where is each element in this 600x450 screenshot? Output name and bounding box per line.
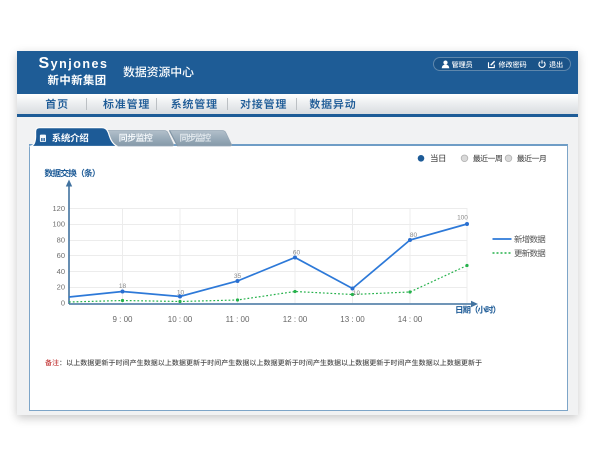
- svg-text:60: 60: [57, 251, 65, 260]
- svg-text:14 : 00: 14 : 00: [398, 315, 423, 324]
- svg-text:100: 100: [52, 220, 65, 229]
- svg-text:40: 40: [57, 267, 65, 276]
- svg-text:120: 120: [52, 204, 65, 213]
- svg-text:11 : 00: 11 : 00: [226, 315, 250, 324]
- svg-text:0: 0: [61, 299, 65, 308]
- svg-text:12 : 00: 12 : 00: [283, 315, 308, 324]
- svg-text:10 : 00: 10 : 00: [168, 315, 193, 324]
- svg-text:20: 20: [57, 283, 65, 292]
- svg-text:100: 100: [457, 215, 468, 222]
- svg-text:80: 80: [410, 232, 418, 239]
- svg-text:9 : 00: 9 : 00: [112, 315, 133, 324]
- svg-text:10: 10: [353, 290, 361, 297]
- svg-text:60: 60: [293, 250, 301, 257]
- svg-text:18: 18: [119, 283, 127, 290]
- svg-text:80: 80: [57, 236, 65, 245]
- svg-text:10: 10: [177, 290, 185, 297]
- svg-text:35: 35: [234, 273, 242, 280]
- svg-text:13 : 00: 13 : 00: [340, 315, 365, 324]
